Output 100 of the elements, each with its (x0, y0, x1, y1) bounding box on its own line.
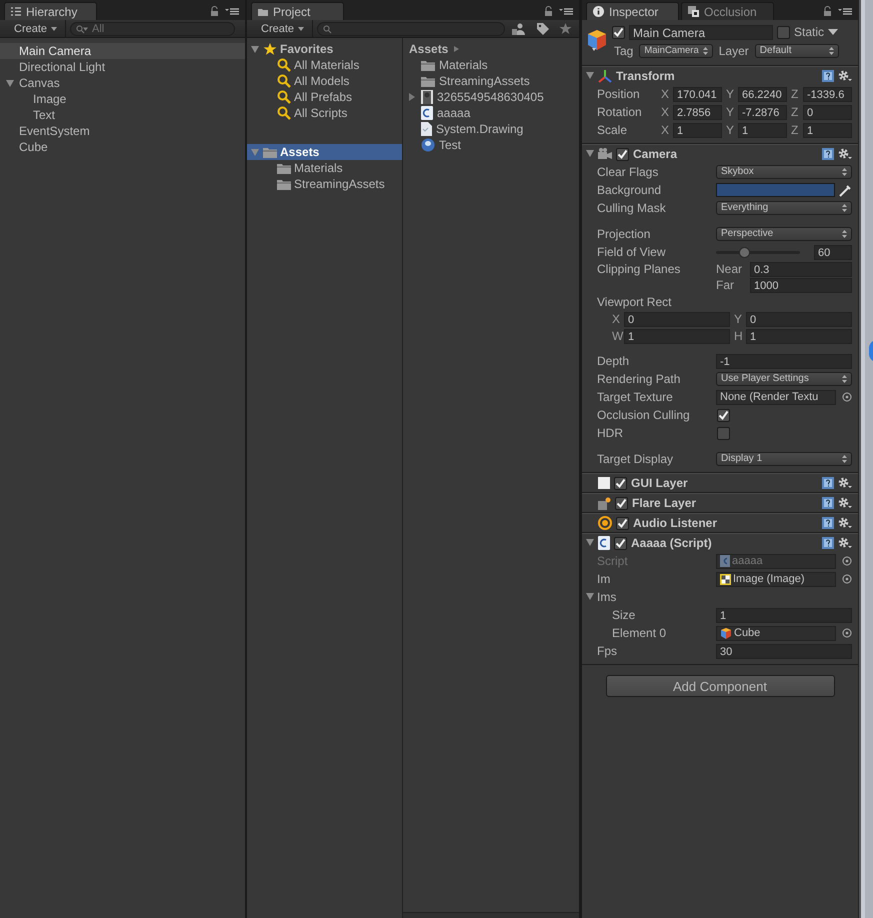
help-icon[interactable] (822, 148, 834, 160)
number-field[interactable]: -7.2876 (738, 104, 787, 120)
enabled-checkbox[interactable] (615, 496, 628, 510)
help-icon[interactable] (822, 497, 834, 509)
number-field[interactable]: 0 (746, 312, 852, 326)
number-field[interactable]: 60 (814, 244, 852, 260)
asset-item[interactable]: Materials (403, 57, 579, 73)
object-field[interactable]: Image (Image) (716, 572, 836, 586)
hierarchy-item[interactable]: Cube (0, 139, 245, 155)
hierarchy-item[interactable]: Directional Light (0, 59, 245, 75)
object-field[interactable]: None (Render Textu (716, 390, 836, 404)
folder-tree-item[interactable]: Favorites (247, 41, 402, 57)
asset-item[interactable]: StreamingAssets (403, 73, 579, 89)
lock-icon[interactable] (823, 6, 832, 16)
text-field[interactable]: 1 (716, 608, 852, 622)
search-field[interactable] (317, 22, 505, 36)
picker-icon[interactable] (842, 628, 852, 638)
dropdown[interactable]: Display 1 (716, 452, 852, 466)
dropdown[interactable]: Perspective (716, 227, 852, 241)
help-icon[interactable] (822, 477, 834, 489)
foldout-arrow-icon[interactable] (6, 80, 14, 87)
number-field[interactable]: 1 (803, 122, 852, 138)
component-title[interactable]: Flare Layer (632, 496, 696, 510)
expand-arrow-icon[interactable] (409, 93, 415, 101)
help-icon[interactable] (822, 517, 834, 529)
filter-icon[interactable] (512, 22, 526, 34)
number-field[interactable]: 0 (624, 312, 730, 326)
gear-icon[interactable] (838, 517, 852, 529)
hierarchy-tab[interactable]: Hierarchy (4, 2, 97, 20)
gear-icon[interactable] (838, 537, 852, 549)
hierarchy-item[interactable]: Text (0, 107, 245, 123)
gear-icon[interactable] (838, 70, 852, 82)
number-field[interactable]: 66.2240 (738, 86, 787, 102)
caret-icon[interactable] (828, 29, 838, 35)
component-title[interactable]: GUI Layer (631, 476, 688, 490)
lock-icon[interactable] (210, 6, 219, 16)
folder-tree-item[interactable]: All Prefabs (247, 89, 402, 105)
enabled-checkbox[interactable] (614, 536, 627, 550)
text-field[interactable]: 30 (716, 644, 852, 658)
dropdown[interactable]: Use Player Settings (716, 372, 852, 386)
help-icon[interactable] (822, 537, 834, 549)
enabled-checkbox[interactable] (614, 476, 627, 490)
component-title[interactable]: Transform (616, 69, 675, 83)
foldout-arrow-icon[interactable] (251, 46, 259, 53)
number-field[interactable]: 1 (738, 122, 787, 138)
enabled-checkbox[interactable] (616, 516, 629, 530)
folder-tree-item[interactable]: All Materials (247, 57, 402, 73)
hierarchy-item[interactable]: EventSystem (0, 123, 245, 139)
object-field[interactable]: Cube (716, 626, 836, 640)
number-field[interactable]: 1000 (750, 278, 852, 292)
folder-tree-item[interactable]: Assets (247, 144, 402, 160)
star-icon[interactable] (559, 22, 572, 34)
number-field[interactable]: 0.3 (750, 262, 852, 276)
add-component-button[interactable]: Add Component (606, 675, 834, 697)
number-field[interactable]: -1339.6 (803, 86, 852, 102)
number-field[interactable]: 1 (746, 328, 852, 344)
help-icon[interactable] (822, 70, 834, 82)
dropdown[interactable]: Skybox (716, 165, 852, 179)
hierarchy-item[interactable]: Image (0, 91, 245, 107)
asset-item[interactable]: Test (403, 137, 579, 153)
name-field[interactable]: Main Camera (629, 24, 773, 40)
dropdown[interactable]: Everything (716, 201, 852, 215)
menu-icon[interactable] (225, 7, 239, 15)
text-field[interactable]: -1 (716, 354, 852, 368)
picker-icon[interactable] (842, 392, 852, 402)
component-title[interactable]: Camera (633, 147, 678, 161)
number-field[interactable]: 1 (673, 122, 722, 138)
gear-icon[interactable] (838, 497, 852, 509)
checkbox[interactable] (717, 426, 730, 440)
folder-tree-item[interactable]: All Scripts (247, 105, 402, 121)
number-field[interactable]: 0 (803, 104, 852, 120)
create-button[interactable]: Create (251, 20, 314, 37)
active-checkbox[interactable] (612, 26, 625, 38)
breadcrumb[interactable]: Assets (409, 41, 448, 57)
inspector-tab[interactable]: Occlusion (681, 2, 774, 20)
layer-dropdown[interactable]: Default (754, 44, 839, 58)
component-title[interactable]: Aaaaa (Script) (631, 536, 712, 550)
asset-item[interactable]: System.Drawing (403, 121, 579, 137)
tag-icon[interactable] (536, 22, 549, 35)
hierarchy-item[interactable]: Main Camera (0, 43, 245, 59)
search-field[interactable]: All (70, 22, 236, 36)
static-checkbox[interactable] (777, 26, 790, 38)
tag-dropdown[interactable]: MainCamera (639, 44, 713, 58)
gear-icon[interactable] (838, 148, 852, 160)
folder-tree-item[interactable]: All Models (247, 73, 402, 89)
number-field[interactable]: 2.7856 (673, 104, 722, 120)
gear-icon[interactable] (838, 477, 852, 489)
asset-item[interactable]: 3265549548630405 (403, 89, 579, 105)
project-tab[interactable]: Project (251, 2, 344, 20)
enabled-checkbox[interactable] (616, 148, 629, 160)
foldout-arrow-icon[interactable] (586, 593, 594, 600)
color-field[interactable] (716, 183, 835, 197)
lock-icon[interactable] (544, 6, 553, 16)
folder-tree-item[interactable]: StreamingAssets (247, 176, 402, 192)
menu-icon[interactable] (838, 7, 852, 15)
asset-item[interactable]: aaaaa (403, 105, 579, 121)
slider-thumb[interactable] (738, 246, 750, 258)
hierarchy-item[interactable]: Canvas (0, 75, 245, 91)
foldout-arrow-icon[interactable] (586, 72, 594, 79)
component-title[interactable]: Audio Listener (633, 516, 718, 530)
